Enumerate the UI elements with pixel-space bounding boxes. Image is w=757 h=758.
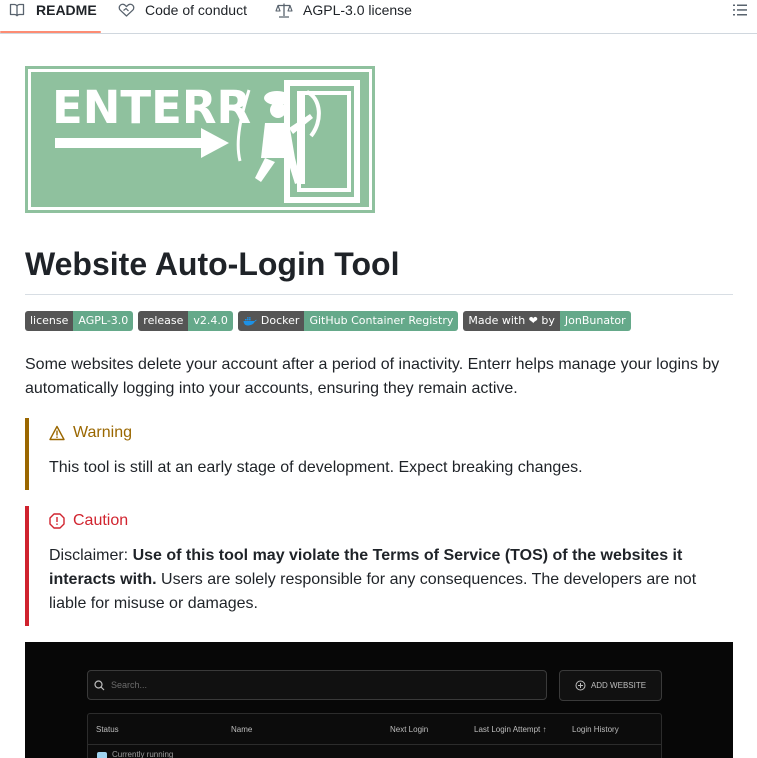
intro-paragraph: Some websites delete your account after … <box>25 356 720 397</box>
badge-label-wrap: Docker <box>237 311 305 331</box>
caution-alert: Caution Disclaimer: Use of this tool may… <box>25 506 733 626</box>
stop-icon <box>49 513 65 529</box>
warning-alert: Warning This tool is still at an early s… <box>25 418 733 490</box>
badge-label: license <box>25 311 74 331</box>
screenshot-search-placeholder: Search... <box>111 680 148 690</box>
docker-badge[interactable]: Docker GitHub Container Registry <box>237 311 459 331</box>
app-screenshot: Search... ADD WEBSITE Status Name Next L… <box>25 642 733 758</box>
book-icon <box>8 1 26 19</box>
caution-body: Disclaimer: Use of this tool may violate… <box>49 544 733 616</box>
column-header: Name <box>231 725 253 734</box>
row-status: Currently running <box>112 750 174 758</box>
license-badge[interactable]: license AGPL-3.0 <box>25 311 134 331</box>
page-title: Website Auto-Login Tool <box>25 246 400 282</box>
screenshot-search-input: Search... <box>87 670 547 700</box>
tab-readme[interactable]: README <box>8 0 97 34</box>
heart-handshake-icon <box>117 1 135 19</box>
tab-license[interactable]: AGPL-3.0 license <box>275 0 412 34</box>
active-tab-indicator <box>0 31 101 33</box>
tab-license-label: AGPL-3.0 license <box>303 2 412 18</box>
made-with-badge[interactable]: Made with ❤ by JonBunator <box>463 311 631 331</box>
column-header: Last Login Attempt ↑ <box>474 725 547 734</box>
badge-value: AGPL-3.0 <box>73 311 134 331</box>
enterr-banner-logo: ENTERR <box>25 66 375 213</box>
tab-readme-label: README <box>36 2 97 18</box>
warning-title: Warning <box>73 424 132 441</box>
add-circle-icon <box>575 680 586 691</box>
badge-label: Made with ❤ by <box>463 311 560 331</box>
badge-value: GitHub Container Registry <box>304 311 459 331</box>
title-divider <box>25 294 733 295</box>
badge-label: release <box>138 311 189 331</box>
screenshot-add-label: ADD WEBSITE <box>590 681 647 690</box>
column-header: Login History <box>572 725 619 734</box>
scale-icon <box>275 1 293 19</box>
badge-value: v2.4.0 <box>188 311 233 331</box>
warning-icon <box>49 425 65 441</box>
table-divider <box>88 744 661 745</box>
search-icon <box>94 679 105 690</box>
tab-code-of-conduct-label: Code of conduct <box>145 2 247 18</box>
banner-text: ENTERR <box>52 81 251 134</box>
outline-list-icon[interactable] <box>732 2 748 18</box>
tab-code-of-conduct[interactable]: Code of conduct <box>117 0 247 34</box>
badge-label: Docker <box>260 314 300 327</box>
release-badge[interactable]: release v2.4.0 <box>138 311 233 331</box>
caution-prefix: Disclaimer: <box>49 547 133 564</box>
readme-tab-bar: README Code of conduct AGPL-3.0 license <box>0 0 757 34</box>
warning-body: This tool is still at an early stage of … <box>49 459 583 476</box>
docker-icon <box>243 317 257 326</box>
badge-value: JonBunator <box>559 311 631 331</box>
screenshot-table: Status Name Next Login Last Login Attemp… <box>87 713 662 758</box>
screenshot-add-website-button: ADD WEBSITE <box>559 670 662 701</box>
badge-row: license AGPL-3.0 release v2.4.0 Docker G… <box>25 311 631 331</box>
running-status-icon <box>97 752 107 758</box>
caution-title: Caution <box>73 512 129 529</box>
column-header: Status <box>96 725 119 734</box>
column-header: Next Login <box>390 725 429 734</box>
